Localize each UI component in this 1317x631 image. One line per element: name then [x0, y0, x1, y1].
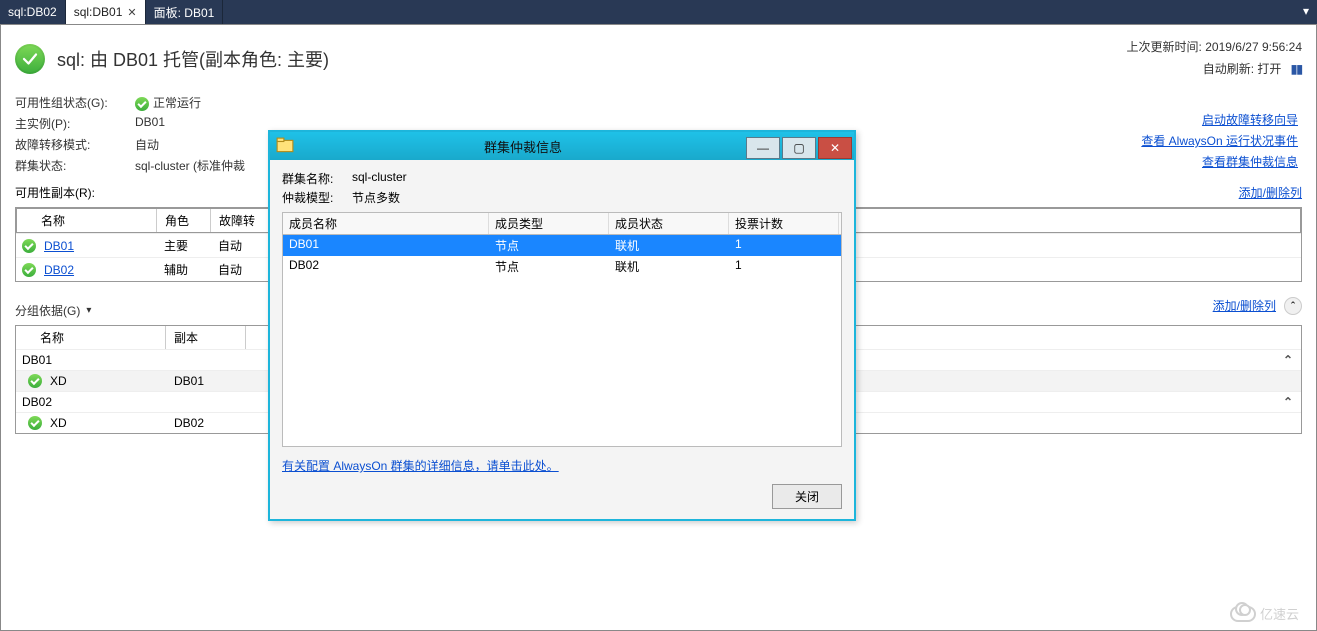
minimize-button[interactable]: —: [746, 137, 780, 159]
replicas-title: 可用性副本(R):: [15, 184, 95, 201]
dialog-titlebar[interactable]: 群集仲裁信息 — ▢ ✕: [270, 132, 854, 160]
cell-state: 联机: [609, 235, 729, 256]
auto-refresh-label: 自动刷新:: [1203, 62, 1254, 76]
tab-db01[interactable]: sql:DB01 ✕: [66, 0, 146, 24]
dialog-icon: [276, 137, 294, 155]
cell-votes: 1: [729, 235, 839, 256]
group-status-label: 可用性组状态(G):: [15, 94, 135, 111]
side-links: 启动故障转移向导 查看 AlwaysOn 运行状况事件 查看群集仲裁信息: [1141, 111, 1298, 174]
last-update-value: 2019/6/27 9:56:24: [1205, 40, 1302, 54]
failover-mode-value: 自动: [135, 136, 275, 153]
ok-icon: [135, 97, 149, 111]
col-failover[interactable]: 故障转: [211, 209, 271, 232]
cell-name: DB02: [283, 256, 489, 277]
add-remove-columns-link[interactable]: 添加/删除列: [1213, 297, 1276, 314]
ok-icon: [28, 416, 42, 430]
cell-role: 主要: [156, 234, 210, 257]
alwayson-details-link[interactable]: 有关配置 AlwaysOn 群集的详细信息，请单击此处。: [282, 459, 559, 473]
tab-label: 面板: DB01: [154, 4, 215, 21]
cell-state: 联机: [609, 256, 729, 277]
page-title: sql: 由 DB01 托管(副本角色: 主要): [57, 46, 329, 72]
item-replica: DB02: [166, 413, 246, 433]
col-replica[interactable]: 副本: [166, 326, 246, 349]
table-row[interactable]: DB01 节点 联机 1: [283, 235, 841, 256]
cell-failover: 自动: [210, 258, 270, 281]
collapse-icon[interactable]: ⌃: [1275, 353, 1301, 367]
group-name: DB01: [16, 350, 166, 370]
expand-all-button[interactable]: ⌃: [1284, 297, 1302, 315]
tab-label: sql:DB02: [8, 5, 57, 19]
tab-panel-db01[interactable]: 面板: DB01: [146, 0, 224, 24]
cell-type: 节点: [489, 235, 609, 256]
group-name: DB02: [16, 392, 166, 412]
view-quorum-info-link[interactable]: 查看群集仲裁信息: [1202, 155, 1298, 169]
item-name: XD: [50, 374, 67, 388]
dialog-title: 群集仲裁信息: [300, 137, 746, 156]
col-member-state[interactable]: 成员状态: [609, 213, 729, 234]
add-remove-columns-link[interactable]: 添加/删除列: [1239, 184, 1302, 201]
tab-strip: sql:DB02 sql:DB01 ✕ 面板: DB01 ▾: [0, 0, 1317, 24]
tab-db02[interactable]: sql:DB02: [0, 0, 66, 24]
quorum-model-value: 节点多数: [352, 189, 400, 206]
tab-label: sql:DB01: [74, 5, 123, 19]
quorum-model-label: 仲裁模型:: [282, 189, 352, 206]
watermark: 亿速云: [1230, 604, 1299, 623]
ok-icon: [22, 263, 36, 277]
cell-failover: 自动: [210, 234, 270, 257]
col-vote-count[interactable]: 投票计数: [729, 213, 839, 234]
failover-mode-label: 故障转移模式:: [15, 136, 135, 153]
close-icon[interactable]: ✕: [127, 6, 136, 19]
launch-failover-wizard-link[interactable]: 启动故障转移向导: [1202, 113, 1298, 127]
item-name: XD: [50, 416, 67, 430]
group-status-value: 正常运行: [153, 96, 201, 110]
cell-type: 节点: [489, 256, 609, 277]
view-alwayson-events-link[interactable]: 查看 AlwaysOn 运行状况事件: [1141, 134, 1298, 148]
quorum-member-list: DB01 节点 联机 1 DB02 节点 联机 1: [282, 235, 842, 447]
col-member-name[interactable]: 成员名称: [283, 213, 489, 234]
primary-instance-label: 主实例(P):: [15, 115, 135, 132]
auto-refresh-value: 打开: [1257, 62, 1281, 76]
cluster-status-label: 群集状态:: [15, 157, 135, 174]
dialog-close-button[interactable]: 关闭: [772, 484, 842, 509]
group-by-label: 分组依据(G): [15, 302, 80, 319]
watermark-text: 亿速云: [1260, 604, 1299, 623]
chevron-down-icon: ▾: [86, 305, 91, 316]
primary-instance-value: DB01: [135, 115, 275, 132]
group-by-dropdown[interactable]: 分组依据(G) ▾: [15, 302, 91, 319]
cell-role: 辅助: [156, 258, 210, 281]
cluster-name-value: sql-cluster: [352, 170, 407, 187]
ok-icon: [22, 239, 36, 253]
cluster-name-label: 群集名称:: [282, 170, 352, 187]
col-name[interactable]: 名称: [17, 209, 157, 232]
quorum-info-dialog: 群集仲裁信息 — ▢ ✕ 群集名称: sql-cluster 仲裁模型: 节点多…: [268, 130, 856, 521]
replica-link[interactable]: DB01: [44, 239, 74, 253]
ok-icon: [28, 374, 42, 388]
pause-icon[interactable]: ▮▮: [1291, 62, 1302, 76]
col-role[interactable]: 角色: [157, 209, 211, 232]
cell-name: DB01: [283, 235, 489, 256]
maximize-button[interactable]: ▢: [782, 137, 816, 159]
cell-votes: 1: [729, 256, 839, 277]
dashboard-header: sql: 由 DB01 托管(副本角色: 主要) 上次更新时间: 2019/6/…: [1, 25, 1316, 90]
collapse-icon[interactable]: ⌃: [1275, 395, 1301, 409]
col-name[interactable]: 名称: [16, 326, 166, 349]
item-replica: DB01: [166, 371, 246, 391]
table-row[interactable]: DB02 节点 联机 1: [283, 256, 841, 277]
replica-link[interactable]: DB02: [44, 263, 74, 277]
col-member-type[interactable]: 成员类型: [489, 213, 609, 234]
last-update-label: 上次更新时间:: [1127, 40, 1202, 54]
cloud-icon: [1230, 606, 1256, 622]
cluster-status-value: sql-cluster (标准仲裁: [135, 157, 275, 174]
tab-overflow-button[interactable]: ▾: [1295, 0, 1317, 24]
close-button[interactable]: ✕: [818, 137, 852, 159]
header-right: 上次更新时间: 2019/6/27 9:56:24 自动刷新: 打开 ▮▮: [1127, 37, 1302, 80]
status-ok-icon: [15, 44, 45, 74]
